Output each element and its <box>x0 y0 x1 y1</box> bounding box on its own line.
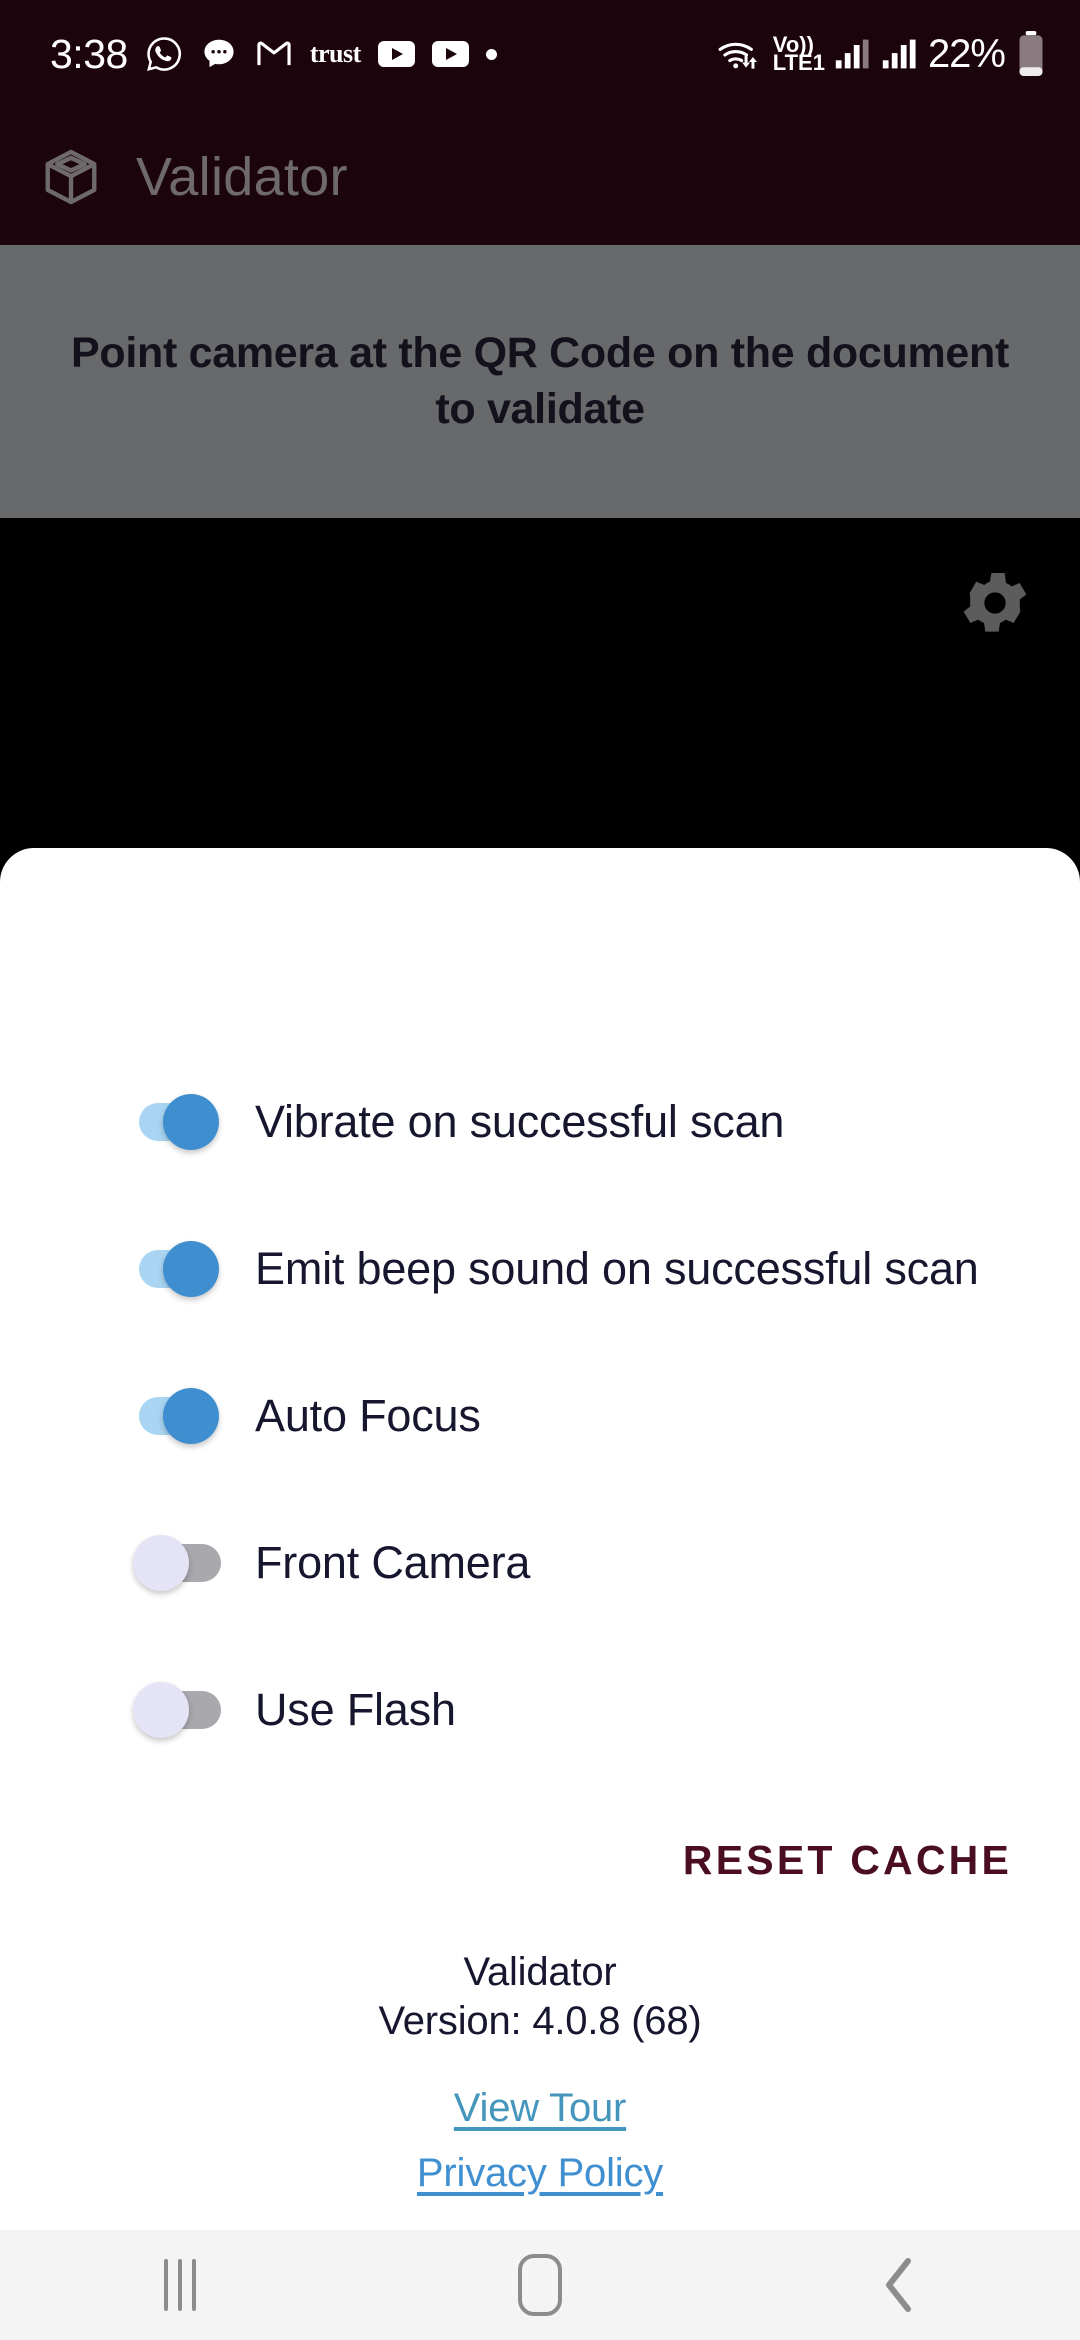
setting-row-auto-focus[interactable]: Auto Focus <box>0 1342 1080 1489</box>
gear-icon[interactable] <box>952 560 1038 646</box>
status-bar-right: Vo)) LTE1 22% <box>716 31 1046 77</box>
dot-icon <box>485 48 497 60</box>
settings-sheet: Vibrate on successful scan Emit beep sou… <box>0 848 1080 2240</box>
toggle-front-camera[interactable] <box>133 1533 221 1593</box>
toggle-vibrate[interactable] <box>133 1092 219 1152</box>
view-tour-link[interactable]: View Tour <box>454 2086 627 2131</box>
footer-app-name: Validator <box>463 1950 617 1994</box>
setting-label: Front Camera <box>255 1536 531 1588</box>
instruction-banner: Point camera at the QR Code on the docum… <box>0 245 1080 518</box>
footer-links: View Tour Privacy Policy <box>0 2046 1080 2196</box>
setting-label: Auto Focus <box>255 1389 481 1441</box>
battery-icon <box>1016 31 1046 77</box>
app-title: Validator <box>136 146 348 207</box>
setting-row-beep[interactable]: Emit beep sound on successful scan <box>0 1195 1080 1342</box>
volte-icon: Vo)) LTE1 <box>772 31 825 75</box>
privacy-policy-link[interactable]: Privacy Policy <box>417 2151 663 2196</box>
signal-icon <box>881 37 917 71</box>
setting-row-vibrate[interactable]: Vibrate on successful scan <box>0 1048 1080 1195</box>
status-bar-clock: 3:38 <box>50 30 128 77</box>
toggle-beep[interactable] <box>133 1239 219 1299</box>
toggle-auto-focus[interactable] <box>133 1386 219 1446</box>
back-icon[interactable] <box>820 2230 980 2340</box>
app-info-footer: Validator Version: 4.0.8 (68) View Tour … <box>0 1892 1080 2196</box>
status-bar-left: 3:38 trust <box>50 31 497 78</box>
reset-cache-button[interactable]: RESET CACHE <box>679 1829 1016 1892</box>
setting-label: Use Flash <box>255 1683 456 1735</box>
settings-toggle-list: Vibrate on successful scan Emit beep sou… <box>0 848 1080 1783</box>
cube-icon <box>40 146 102 208</box>
status-bar: 3:38 trust Vo)) LTE1 22% <box>0 0 1080 108</box>
toggle-use-flash[interactable] <box>133 1680 221 1740</box>
camera-preview <box>0 518 1080 848</box>
battery-percent-label: 22% <box>927 31 1006 76</box>
youtube-icon <box>377 41 415 67</box>
setting-label: Vibrate on successful scan <box>255 1095 785 1147</box>
signal-icon <box>834 37 870 71</box>
system-nav-bar <box>0 2230 1080 2340</box>
setting-row-use-flash[interactable]: Use Flash <box>0 1636 1080 1783</box>
setting-label: Emit beep sound on successful scan <box>255 1242 979 1294</box>
trust-wallet-icon: trust <box>309 39 361 68</box>
youtube-icon <box>431 41 469 67</box>
messages-icon <box>200 35 238 73</box>
setting-row-front-camera[interactable]: Front Camera <box>0 1489 1080 1636</box>
whatsapp-icon <box>145 35 183 73</box>
gmail-icon <box>255 35 293 73</box>
instruction-banner-text: Point camera at the QR Code on the docum… <box>71 329 1009 433</box>
home-icon[interactable] <box>460 2230 620 2340</box>
app-bar: Validator <box>0 108 1080 245</box>
reset-cache-row: RESET CACHE <box>0 1783 1080 1892</box>
recents-icon[interactable] <box>100 2230 260 2340</box>
footer-version: Version: 4.0.8 (68) <box>378 1998 702 2043</box>
wifi-icon <box>716 34 762 74</box>
